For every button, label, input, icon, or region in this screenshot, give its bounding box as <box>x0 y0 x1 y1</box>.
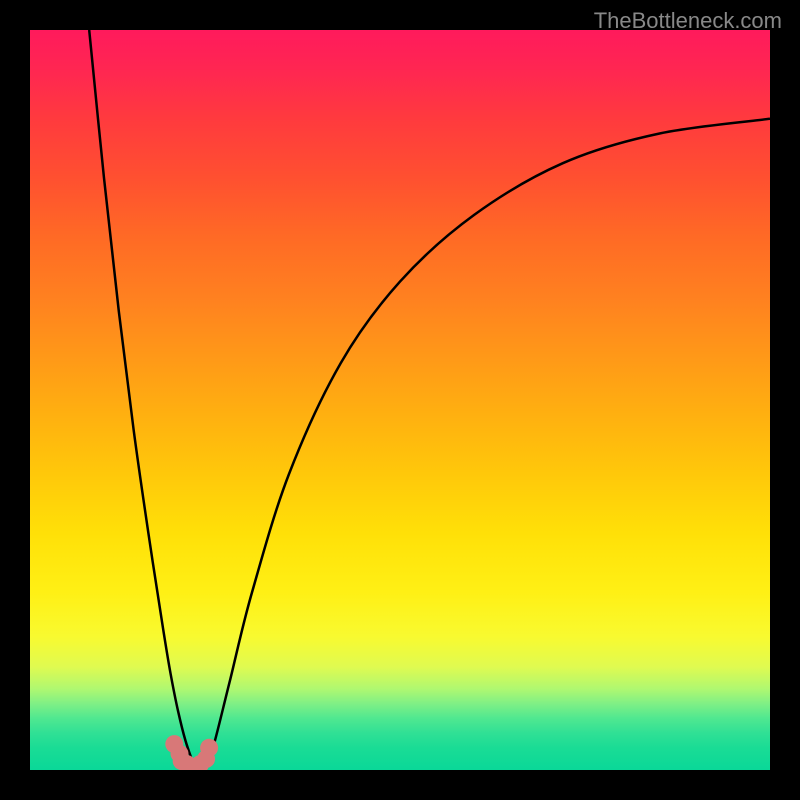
data-point-dot <box>200 739 218 757</box>
right-curve-path <box>208 119 770 763</box>
left-curve-path <box>89 30 193 763</box>
watermark-text: TheBottleneck.com <box>594 8 782 34</box>
bottom-dots-group <box>165 735 218 770</box>
curve-overlay <box>30 30 770 770</box>
chart-container <box>30 30 770 770</box>
